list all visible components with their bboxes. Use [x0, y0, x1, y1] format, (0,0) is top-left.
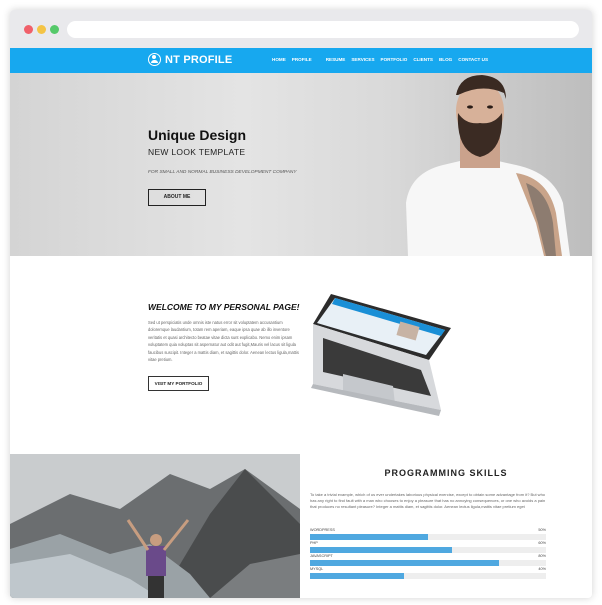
hero-banner: Unique Design NEW LOOK TEMPLATE FOR SMAL…: [10, 73, 592, 256]
address-bar[interactable]: [67, 21, 579, 38]
user-icon: [148, 53, 161, 66]
skill-percent: 60%: [538, 541, 546, 545]
skill-name: PHP: [310, 541, 318, 545]
browser-window: NT PROFILE HOME PROFILE RESUME SERVICES …: [10, 10, 592, 598]
skill-name: MYSQL: [310, 567, 324, 571]
skill-bar-fill: [310, 547, 452, 553]
nav-item-profile[interactable]: PROFILE: [292, 57, 312, 62]
skill-name: WORDPRESS: [310, 528, 335, 532]
hero-portrait-image: [406, 75, 570, 256]
maximize-window-dot[interactable]: [50, 25, 59, 34]
nav-item-clients[interactable]: CLIENTS: [413, 57, 433, 62]
skill-bar-track: [310, 534, 546, 540]
skill-bar-fill: [310, 573, 405, 579]
hero-tagline: FOR SMALL AND NORMAL BUSINESS DEVELOPMEN…: [148, 170, 297, 175]
hiker-mountain-image: [10, 454, 300, 598]
brand-logo[interactable]: NT PROFILE: [148, 53, 232, 66]
welcome-heading: WELCOME TO MY PERSONAL PAGE!: [148, 302, 300, 312]
skill-bar-track: [310, 560, 546, 566]
about-me-button[interactable]: ABOUT ME: [148, 189, 206, 206]
minimize-window-dot[interactable]: [37, 25, 46, 34]
nav-item-portfolio[interactable]: PORTFOLIO: [381, 57, 408, 62]
skill-bar-fill: [310, 534, 428, 540]
nav-item-blog[interactable]: BLOG: [439, 57, 452, 62]
brand-name: NT PROFILE: [165, 53, 233, 66]
top-navbar: NT PROFILE HOME PROFILE RESUME SERVICES …: [10, 48, 592, 73]
skill-percent: 80%: [538, 554, 546, 558]
skills-heading: PROGRAMMING SKILLS: [384, 468, 508, 478]
welcome-paragraph: Sed ut perspiciatis unde omnis iste natu…: [148, 320, 299, 363]
skills-description: To take a trivial example, which of us e…: [310, 492, 546, 509]
laptop-image: [311, 294, 451, 416]
browser-chrome: [10, 10, 592, 48]
skill-percent: 50%: [538, 528, 546, 532]
skill-bar-fill: [310, 560, 499, 566]
hero-title: Unique Design: [148, 127, 247, 143]
skill-bar-track: [310, 573, 546, 579]
close-window-dot[interactable]: [24, 25, 33, 34]
nav-item-contact[interactable]: CONTACT US: [458, 57, 488, 62]
skill-name: JAVASCRIPT: [310, 554, 333, 558]
main-menu: HOME PROFILE RESUME SERVICES PORTFOLIO C…: [272, 57, 488, 62]
nav-item-resume[interactable]: RESUME: [326, 57, 346, 62]
nav-item-services[interactable]: SERVICES: [351, 57, 374, 62]
skill-percent: 40%: [538, 567, 546, 571]
skill-bar-track: [310, 547, 546, 553]
visit-portfolio-button[interactable]: VISIT MY PORTFOLIO: [148, 376, 209, 391]
hero-subtitle: NEW LOOK TEMPLATE: [148, 147, 246, 157]
nav-item-home[interactable]: HOME: [272, 57, 286, 62]
